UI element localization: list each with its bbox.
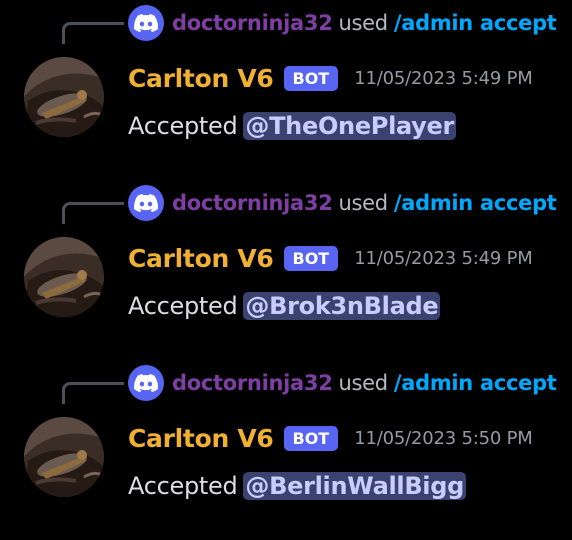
message-text: Accepted bbox=[128, 112, 238, 140]
author-name[interactable]: Carlton V6 bbox=[128, 424, 274, 453]
message-content: Accepted @Brok3nBlade bbox=[128, 288, 441, 324]
reply-command[interactable]: /admin accept bbox=[394, 191, 557, 215]
reply-used-text: used bbox=[338, 191, 389, 215]
timestamp: 11/05/2023 5:50 PM bbox=[354, 427, 533, 449]
discord-icon bbox=[128, 365, 164, 401]
reply-command[interactable]: /admin accept bbox=[394, 11, 557, 35]
user-mention[interactable]: @TheOnePlayer bbox=[243, 112, 457, 140]
timestamp: 11/05/2023 5:49 PM bbox=[354, 247, 533, 269]
reply-username[interactable]: doctorninja32 bbox=[172, 371, 333, 395]
timestamp: 11/05/2023 5:49 PM bbox=[354, 67, 533, 89]
author-name[interactable]: Carlton V6 bbox=[128, 244, 274, 273]
reply-used-text: used bbox=[338, 371, 389, 395]
command-reply[interactable]: doctorninja32 used /admin accept bbox=[128, 5, 557, 41]
message: doctorninja32 used /admin accept Carlton… bbox=[0, 0, 572, 180]
bot-badge: BOT bbox=[283, 65, 339, 91]
avatar[interactable] bbox=[24, 417, 104, 497]
reply-command[interactable]: /admin accept bbox=[394, 371, 557, 395]
user-mention[interactable]: @Brok3nBlade bbox=[243, 292, 441, 320]
reply-connector bbox=[62, 202, 124, 224]
avatar[interactable] bbox=[24, 237, 104, 317]
command-reply[interactable]: doctorninja32 used /admin accept bbox=[128, 185, 557, 221]
reply-connector bbox=[62, 382, 124, 404]
user-mention[interactable]: @BerlinWallBigg bbox=[243, 472, 466, 500]
message-header: Carlton V6 BOT 11/05/2023 5:49 PM bbox=[128, 240, 533, 276]
message-content: Accepted @BerlinWallBigg bbox=[128, 468, 466, 504]
reply-username[interactable]: doctorninja32 bbox=[172, 191, 333, 215]
message-text: Accepted bbox=[128, 292, 238, 320]
bot-badge: BOT bbox=[283, 245, 339, 271]
bot-badge: BOT bbox=[283, 425, 339, 451]
discord-icon bbox=[128, 185, 164, 221]
message-text: Accepted bbox=[128, 472, 238, 500]
reply-username[interactable]: doctorninja32 bbox=[172, 11, 333, 35]
reply-used-text: used bbox=[338, 11, 389, 35]
avatar[interactable] bbox=[24, 57, 104, 137]
message-header: Carlton V6 BOT 11/05/2023 5:49 PM bbox=[128, 60, 533, 96]
message-content: Accepted @TheOnePlayer bbox=[128, 108, 457, 144]
message: doctorninja32 used /admin accept Carlton… bbox=[0, 180, 572, 360]
reply-connector bbox=[62, 22, 124, 44]
author-name[interactable]: Carlton V6 bbox=[128, 64, 274, 93]
message-list: doctorninja32 used /admin accept Carlton… bbox=[0, 0, 572, 540]
message: doctorninja32 used /admin accept Carlton… bbox=[0, 360, 572, 540]
command-reply[interactable]: doctorninja32 used /admin accept bbox=[128, 365, 557, 401]
message-header: Carlton V6 BOT 11/05/2023 5:50 PM bbox=[128, 420, 533, 456]
discord-icon bbox=[128, 5, 164, 41]
